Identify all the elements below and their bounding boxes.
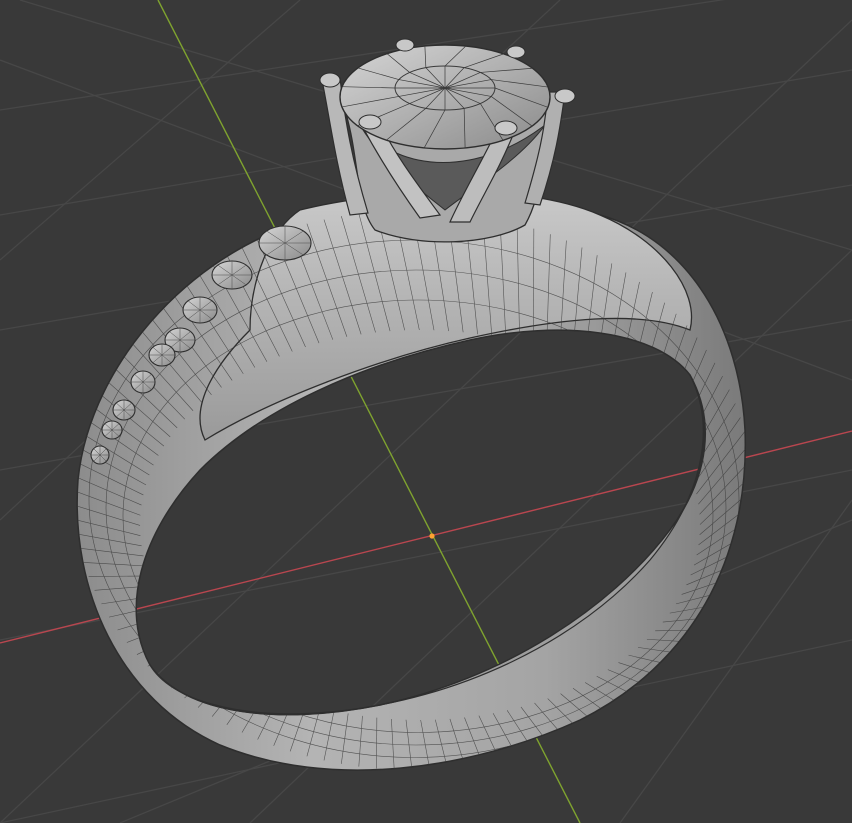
side-stone (258, 225, 312, 261)
side-stone (211, 260, 253, 290)
wire-edge (171, 655, 213, 689)
3d-viewport[interactable] (0, 0, 852, 823)
wire-edge (184, 662, 223, 699)
center-stone[interactable] (339, 44, 551, 150)
ring-object[interactable] (72, 38, 752, 771)
side-stone (90, 445, 110, 465)
side-stone (148, 343, 176, 367)
world-origin-marker (429, 533, 435, 539)
side-stone (101, 420, 123, 440)
side-stone (182, 296, 218, 324)
side-stone (130, 370, 156, 394)
side-stone (112, 399, 136, 421)
